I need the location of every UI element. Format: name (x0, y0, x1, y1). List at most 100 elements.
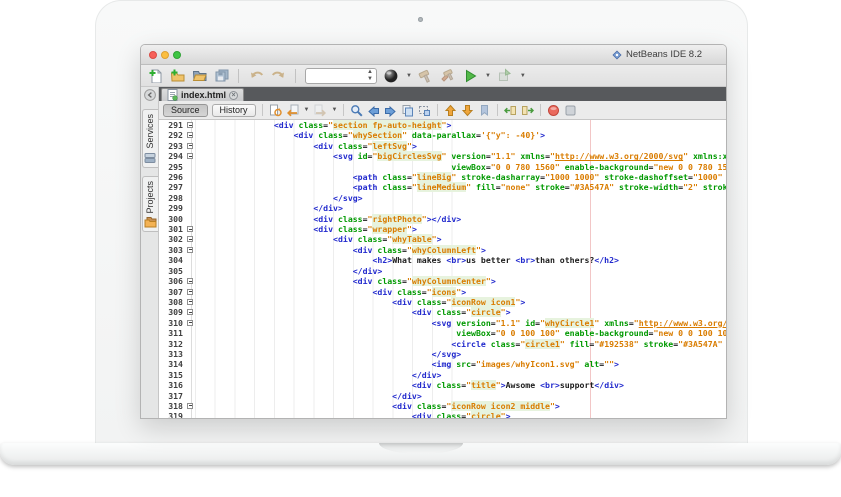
code-line[interactable]: 319 <div class="circle"> (159, 411, 726, 418)
code-line[interactable]: 307 <div class="icons"> (159, 287, 726, 297)
line-number[interactable]: 309 (159, 307, 187, 317)
back-caret-icon[interactable]: ▼ (304, 107, 310, 113)
run-project-button[interactable] (462, 68, 478, 84)
build-project-button[interactable] (418, 68, 434, 84)
line-number[interactable]: 305 (159, 266, 187, 276)
fold-collapse-icon[interactable] (187, 226, 193, 232)
line-number[interactable]: 308 (159, 297, 187, 307)
line-number[interactable]: 303 (159, 245, 187, 255)
fold-margin[interactable] (187, 287, 195, 297)
shift-line-right-button[interactable] (521, 104, 534, 117)
fold-margin[interactable] (187, 224, 195, 234)
code-line[interactable]: 306 <div class="whyColumnCenter"> (159, 276, 726, 286)
code-line[interactable]: 313 </svg> (159, 349, 726, 359)
line-number[interactable]: 315 (159, 370, 187, 380)
undo-button[interactable] (248, 68, 264, 84)
run-caret-icon[interactable]: ▼ (485, 73, 491, 79)
fold-margin[interactable] (187, 307, 195, 317)
line-number[interactable]: 301 (159, 224, 187, 234)
line-number[interactable]: 311 (159, 328, 187, 338)
line-number[interactable]: 310 (159, 318, 187, 328)
back-button[interactable] (286, 104, 299, 117)
code-line[interactable]: 305 </div> (159, 266, 726, 276)
line-number[interactable]: 300 (159, 214, 187, 224)
browser-select-caret-icon[interactable]: ▼ (406, 73, 412, 79)
previous-bookmark-button[interactable] (444, 104, 457, 117)
code-line[interactable]: 293 <div class="leftSvg"> (159, 141, 726, 151)
find-selection-button[interactable] (401, 104, 414, 117)
line-number[interactable]: 299 (159, 203, 187, 213)
code-area[interactable]: 291 <div class="section fp-auto-height">… (159, 120, 726, 418)
save-all-button[interactable] (213, 68, 229, 84)
code-line[interactable]: 291 <div class="section fp-auto-height"> (159, 120, 726, 130)
line-number[interactable]: 294 (159, 151, 187, 161)
code-line[interactable]: 318 <div class="iconRow icon2 middle"> (159, 401, 726, 411)
stop-macro-recording-button[interactable] (564, 104, 577, 117)
zoom-window-button[interactable] (173, 51, 181, 59)
line-number[interactable]: 313 (159, 349, 187, 359)
fold-margin[interactable] (187, 234, 195, 244)
fold-margin[interactable] (187, 245, 195, 255)
fold-collapse-icon[interactable] (187, 299, 193, 305)
fold-margin[interactable] (187, 151, 195, 161)
line-number[interactable]: 318 (159, 401, 187, 411)
sidebar-tab-projects[interactable]: Projects (142, 176, 158, 233)
new-project-button[interactable] (169, 68, 185, 84)
line-number[interactable]: 306 (159, 276, 187, 286)
code-line[interactable]: 301 <div class="wrapper"> (159, 224, 726, 234)
line-number[interactable]: 319 (159, 411, 187, 418)
line-number[interactable]: 314 (159, 359, 187, 369)
line-number[interactable]: 317 (159, 391, 187, 401)
fold-collapse-icon[interactable] (187, 236, 193, 242)
source-view-button[interactable]: Source (163, 104, 208, 117)
fold-margin[interactable] (187, 141, 195, 151)
code-line[interactable]: 299 </div> (159, 203, 726, 213)
fold-collapse-icon[interactable] (187, 247, 193, 253)
fold-collapse-icon[interactable] (187, 403, 193, 409)
code-line[interactable]: 296 <path class="lineBig" stroke-dasharr… (159, 172, 726, 182)
line-number[interactable]: 297 (159, 182, 187, 192)
code-line[interactable]: 312 <circle class="circle1" fill="#19253… (159, 339, 726, 349)
open-project-button[interactable] (191, 68, 207, 84)
line-number[interactable]: 295 (159, 162, 187, 172)
last-edit-position-button[interactable] (269, 104, 282, 117)
debug-caret-icon[interactable]: ▼ (520, 73, 526, 79)
code-line[interactable]: 298 </svg> (159, 193, 726, 203)
line-number[interactable]: 298 (159, 193, 187, 203)
line-number[interactable]: 291 (159, 120, 187, 130)
code-line[interactable]: 310 <svg version="1.1" id="whyCircle1" x… (159, 318, 726, 328)
code-line[interactable]: 302 <div class="whyTable"> (159, 234, 726, 244)
code-line[interactable]: 316 <div class="title">Awsome <br>suppor… (159, 380, 726, 390)
line-number[interactable]: 312 (159, 339, 187, 349)
fold-collapse-icon[interactable] (187, 132, 193, 138)
code-line[interactable]: 315 </div> (159, 370, 726, 380)
minimize-window-button[interactable] (161, 51, 169, 59)
fold-collapse-icon[interactable] (187, 309, 193, 315)
source-editor[interactable]: 291 <div class="section fp-auto-height">… (159, 120, 726, 418)
code-line[interactable]: 314 <img src="images/whyIcon1.svg" alt="… (159, 359, 726, 369)
browser-select-button[interactable] (383, 68, 399, 84)
fold-collapse-icon[interactable] (187, 143, 193, 149)
fold-margin[interactable] (187, 318, 195, 328)
redo-button[interactable] (270, 68, 286, 84)
code-line[interactable]: 292 <div class="whySection" data-paralla… (159, 130, 726, 140)
new-file-button[interactable] (147, 68, 163, 84)
code-line[interactable]: 300 <div class="rightPhoto"></div> (159, 214, 726, 224)
tab-index-html[interactable]: index.html × (161, 88, 244, 101)
fold-margin[interactable] (187, 297, 195, 307)
tab-scroll-button[interactable] (144, 89, 156, 101)
code-line[interactable]: 303 <div class="whyColumnLeft"> (159, 245, 726, 255)
code-line[interactable]: 309 <div class="circle"> (159, 307, 726, 317)
code-line[interactable]: 308 <div class="iconRow icon1"> (159, 297, 726, 307)
code-line[interactable]: 294 <svg id="bigCirclesSvg" version="1.1… (159, 151, 726, 161)
code-line[interactable]: 304 <h2>What makes <br>us better <br>tha… (159, 255, 726, 265)
clean-and-build-button[interactable] (440, 68, 456, 84)
line-number[interactable]: 307 (159, 287, 187, 297)
find-button[interactable] (350, 104, 363, 117)
forward-button[interactable] (314, 104, 327, 117)
history-view-button[interactable]: History (212, 104, 256, 117)
find-previous-button[interactable] (367, 104, 380, 117)
find-next-button[interactable] (384, 104, 397, 117)
configuration-combobox[interactable]: ▲▼ (305, 68, 377, 84)
fold-collapse-icon[interactable] (187, 278, 193, 284)
